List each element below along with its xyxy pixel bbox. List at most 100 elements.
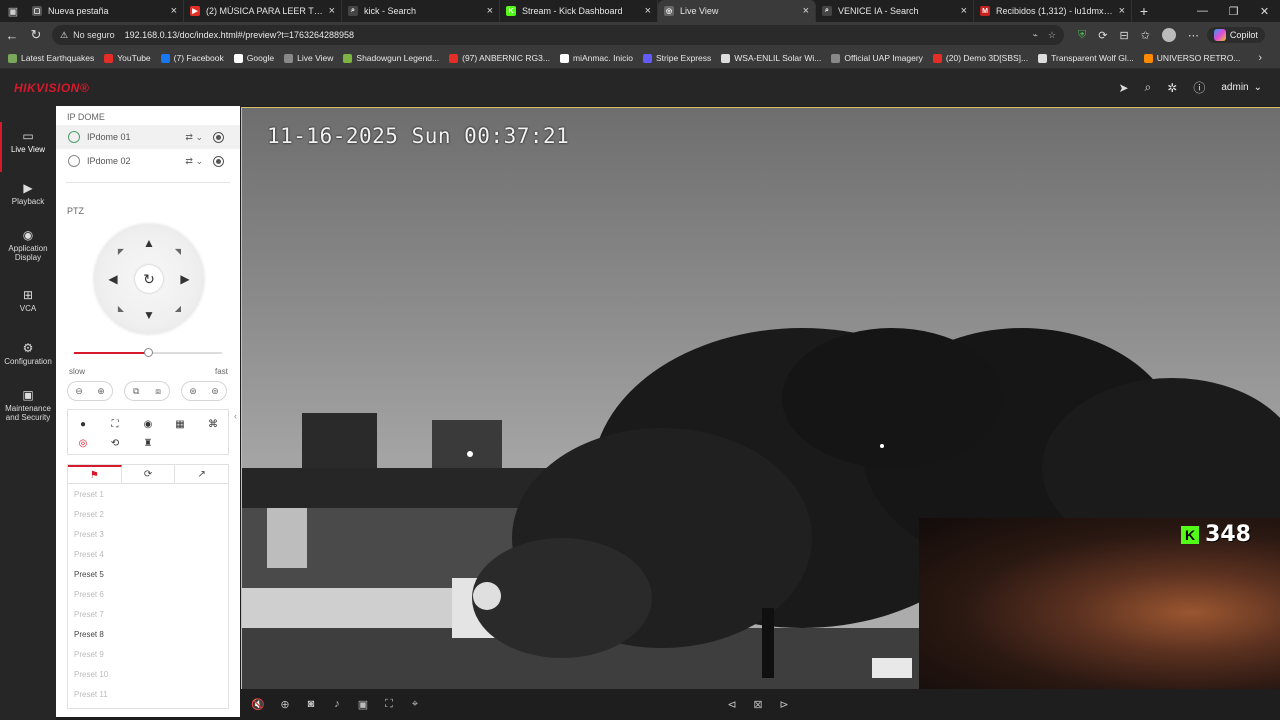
favorite-star-icon[interactable]: ☆ xyxy=(1048,30,1056,41)
bookmark-item[interactable]: (97) ANBERNIC RG3... xyxy=(449,53,550,63)
ptz-up-right-icon[interactable]: ◥ xyxy=(171,244,185,258)
profile-avatar[interactable] xyxy=(1161,28,1176,42)
close-tab-icon[interactable]: × xyxy=(961,5,967,17)
browser-tab[interactable]: M Recibidos (1,312) - lu1dmx.arg@ × xyxy=(974,0,1132,22)
preset-item[interactable]: Preset 2 xyxy=(68,504,228,524)
browser-tab[interactable]: K Stream - Kick Dashboard × xyxy=(500,0,658,22)
new-tab-icon[interactable]: + xyxy=(1132,3,1156,19)
digital-zoom-icon[interactable]: ⊕ xyxy=(278,697,292,711)
nav-maintenance-security[interactable]: ▣ Maintenance and Security xyxy=(0,389,56,422)
capture-icon[interactable]: ◙ xyxy=(304,697,318,711)
ptz-speed-slider[interactable] xyxy=(74,348,222,357)
nav-live-view[interactable]: ▭ Live View xyxy=(0,122,56,172)
bookmark-item[interactable]: (20) Demo 3D[SBS]... xyxy=(932,53,1028,63)
nav-configuration[interactable]: ⚙ Configuration xyxy=(0,342,56,366)
bookmark-item[interactable]: (7) Facebook xyxy=(160,53,224,63)
preset-item[interactable]: Preset 10 xyxy=(68,664,228,684)
wiper-icon[interactable]: ◉ xyxy=(141,417,155,431)
ptz-down-icon[interactable]: ▼ xyxy=(142,308,156,322)
translate-icon[interactable]: ⌁ xyxy=(1033,30,1038,41)
browser-tab[interactable]: ⌕ kick - Search × xyxy=(342,0,500,22)
camera-item-ipdome-01[interactable]: IPdome 01 ⇄ ⌄ xyxy=(56,125,240,149)
preset-item[interactable]: Preset 6 xyxy=(68,584,228,604)
bookmark-item[interactable]: Official UAP Imagery xyxy=(831,53,923,63)
close-tab-icon[interactable]: × xyxy=(487,5,493,17)
url-field[interactable]: ⚠ No seguro 192.168.0.13/doc/index.html#… xyxy=(52,25,1064,45)
3d-positioning-icon[interactable]: ⛶ xyxy=(382,697,396,711)
microphone-icon[interactable]: ♪ xyxy=(330,697,344,711)
search-icon[interactable]: ⌕ xyxy=(1145,80,1152,95)
record-icon[interactable] xyxy=(213,131,224,143)
lens-init-icon[interactable]: ⟲ xyxy=(108,436,122,450)
close-tab-icon[interactable]: × xyxy=(329,5,335,17)
zoom-in-icon[interactable]: ⊕ xyxy=(97,386,105,397)
bookmark-item[interactable]: Latest Earthquakes xyxy=(8,53,94,63)
preset-item[interactable]: Preset 5 xyxy=(68,564,228,584)
browser-tab[interactable]: ▶ (2) MÚSICA PARA LEER TERROR Y × xyxy=(184,0,342,22)
bookmark-item[interactable]: YouTube xyxy=(104,53,151,63)
info-icon[interactable]: ⓘ xyxy=(1193,79,1205,96)
shield-icon[interactable]: ⛨ xyxy=(1078,29,1086,42)
send-icon[interactable]: ➤ xyxy=(1118,81,1128,95)
close-window-icon[interactable]: ✕ xyxy=(1249,5,1280,18)
iris-close-icon[interactable]: ⊛ xyxy=(189,386,197,397)
favorites-icon[interactable]: ✩ xyxy=(1141,29,1150,42)
collapse-panel-icon[interactable]: ‹ xyxy=(232,401,239,431)
stream-select-icon[interactable]: ⇄ ⌄ xyxy=(185,156,203,167)
record-icon[interactable] xyxy=(213,155,224,167)
tab-actions-icon[interactable]: ▣ xyxy=(0,0,26,22)
mute-icon[interactable]: 🔇 xyxy=(251,697,265,711)
chevron-right-icon[interactable]: › xyxy=(1258,52,1262,64)
preset-item[interactable]: Preset 8 xyxy=(68,624,228,644)
ptz-auto-scan-icon[interactable]: ↻ xyxy=(135,265,163,293)
ptz-down-left-icon[interactable]: ◣ xyxy=(114,301,128,315)
preset-item[interactable]: Preset 11 xyxy=(68,684,228,704)
nav-application-display[interactable]: ◉ Application Display xyxy=(0,229,56,262)
iris-open-icon[interactable]: ⊚ xyxy=(211,386,219,397)
bookmark-item[interactable]: Stripe Express xyxy=(642,53,711,63)
focus-near-icon[interactable]: ⧉ xyxy=(133,386,139,397)
search-zoom-icon[interactable]: ◎ xyxy=(76,436,90,450)
close-tab-icon[interactable]: × xyxy=(171,5,177,17)
bookmark-item[interactable]: WSA-ENLIL Solar Wi... xyxy=(721,53,821,63)
live-video[interactable]: 11-16-2025 Sun 00:37:21 K 348 xyxy=(241,107,1280,689)
bookmark-item[interactable]: Google xyxy=(233,53,274,63)
regional-exposure-icon[interactable]: ⌘ xyxy=(206,417,220,431)
back-icon[interactable]: ← xyxy=(0,28,24,43)
next-page-icon[interactable]: ⊳ xyxy=(777,697,791,711)
previous-page-icon[interactable]: ⊲ xyxy=(725,697,739,711)
preset-item[interactable]: Preset 9 xyxy=(68,644,228,664)
close-tab-icon[interactable]: × xyxy=(803,5,809,17)
preset-item[interactable]: Preset 3 xyxy=(68,524,228,544)
more-icon[interactable]: ⋯ xyxy=(1188,29,1199,42)
record-clip-icon[interactable]: ▣ xyxy=(356,697,370,711)
grid-icon[interactable]: ▦ xyxy=(173,417,187,431)
zoom-out-icon[interactable]: ⊖ xyxy=(75,386,83,397)
user-menu[interactable]: admin ⌄ xyxy=(1221,82,1262,93)
bookmark-item[interactable]: Transparent Wolf Gl... xyxy=(1038,53,1134,63)
close-tab-icon[interactable]: × xyxy=(645,5,651,17)
bookmark-item[interactable]: Shadowgun Legend... xyxy=(343,53,439,63)
regional-focus-icon[interactable]: ⛶ xyxy=(108,417,122,431)
preset-item[interactable]: Preset 4 xyxy=(68,544,228,564)
bookmark-item[interactable]: Live View xyxy=(284,53,333,63)
browser-tab[interactable]: ⌕ VENICE IA - Search × xyxy=(816,0,974,22)
tools-icon[interactable]: ✲ xyxy=(1167,81,1177,95)
close-tab-icon[interactable]: × xyxy=(1119,5,1125,17)
ptz-up-left-icon[interactable]: ◤ xyxy=(114,244,128,258)
auto-track-icon[interactable]: ⌖ xyxy=(408,697,422,711)
ptz-up-icon[interactable]: ▲ xyxy=(142,236,156,250)
stop-all-icon[interactable]: ⊠ xyxy=(751,697,765,711)
tab-pattern-icon[interactable]: ↗ xyxy=(175,465,228,483)
speed-thumb[interactable] xyxy=(144,348,153,357)
ptz-right-icon[interactable]: ▶ xyxy=(178,272,192,286)
preset-item[interactable]: Preset 1 xyxy=(68,484,228,504)
light-icon[interactable]: ● xyxy=(76,417,90,431)
nav-vca[interactable]: ⊞ VCA xyxy=(0,289,56,313)
ptz-left-icon[interactable]: ◀ xyxy=(106,272,120,286)
manual-tracking-icon[interactable]: ♜ xyxy=(141,436,155,450)
focus-far-icon[interactable]: ⧈ xyxy=(155,386,161,397)
tab-presets-flag-icon[interactable]: ⚑ xyxy=(68,465,122,483)
maximize-icon[interactable]: ❐ xyxy=(1218,5,1249,18)
camera-item-ipdome-02[interactable]: IPdome 02 ⇄ ⌄ xyxy=(56,149,240,173)
